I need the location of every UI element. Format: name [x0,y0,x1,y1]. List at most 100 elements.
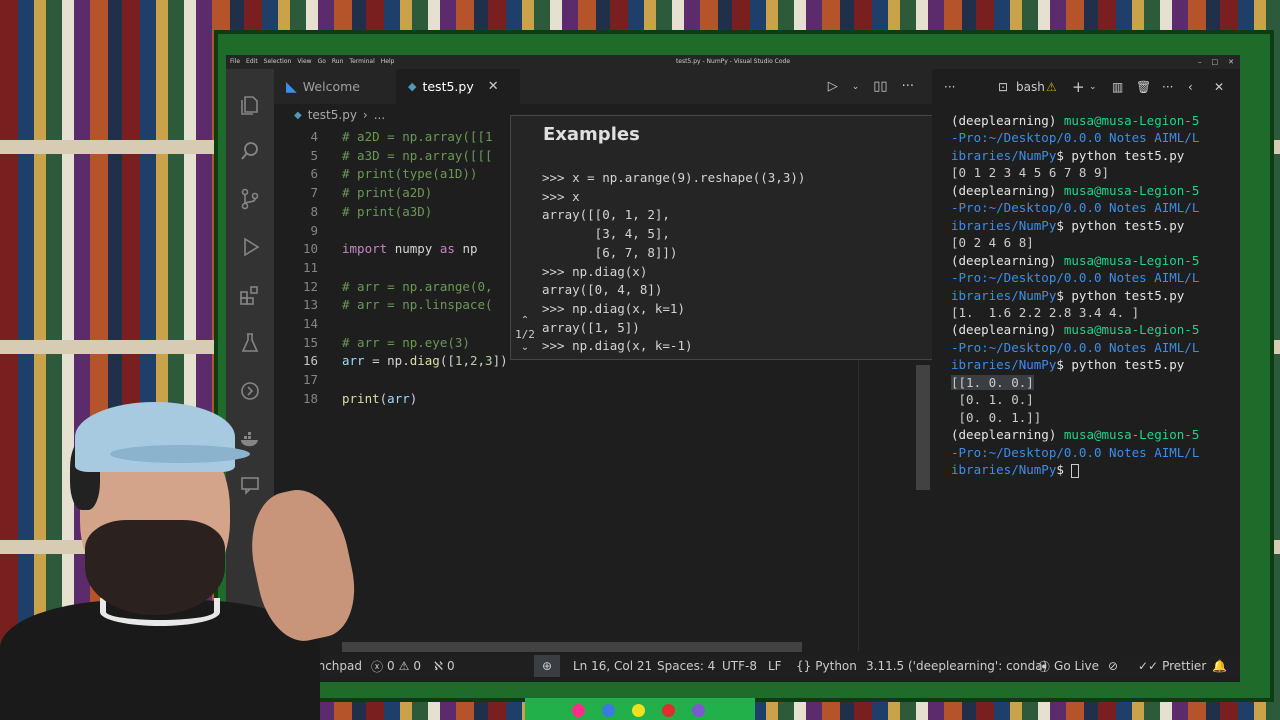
decor-dot [632,704,645,717]
error-icon: ⓧ [371,659,384,674]
decor-dot [662,704,675,717]
code-line[interactable]: # arr = np.eye(3) [342,334,470,353]
code-line[interactable]: # print(a3D) [342,203,432,222]
terminal-panel[interactable]: (deeplearning) musa@musa-Legion-5 -Pro:~/… [932,104,1240,651]
terminal-line: [0. 0. 1.]] [951,409,1042,427]
split-terminal-icon[interactable]: ▥ [1112,80,1123,94]
overload-counter: 1/2 [515,328,535,341]
code-line[interactable]: print(arr) [342,390,417,409]
maximize-icon[interactable]: □ [1212,58,1219,66]
hover-example-line: >>> np.diag(x, k=1) [542,300,685,316]
vertical-scrollbar[interactable] [916,365,930,490]
indentation[interactable]: Spaces: 4 [657,655,715,677]
line-number: 15 [302,334,318,350]
prompt-text: (deeplearning) musa@musa-Legion-5 [951,322,1200,338]
zoom-icon[interactable]: ⊕ [534,655,561,677]
hover-title: Examples [543,124,640,145]
testing-icon[interactable] [238,331,262,355]
terminal-line: ibraries/NumPy$ [951,461,1080,479]
vscode-icon: ◣ [286,78,297,95]
notifications-bell-icon[interactable]: 🔔 [1212,655,1227,677]
more-actions-icon[interactable]: ··· [944,80,955,94]
code-line[interactable]: # arr = np.linspace( [342,296,493,315]
chevron-down-icon[interactable]: ⌄ [852,82,860,92]
python-file-icon: ◆ [408,80,417,93]
breadcrumb-more[interactable]: ... [374,108,385,122]
cursor-position[interactable]: Ln 16, Col 21 [573,655,652,677]
more-actions-icon[interactable]: ··· [1162,80,1173,94]
more-actions-icon[interactable]: ··· [902,79,914,94]
braces-icon: {} [796,659,812,673]
source-control-icon[interactable] [238,187,262,211]
close-tab-icon[interactable]: ✕ [488,79,499,94]
status-bar: unchpad ⓧ 0 ⚠ 0 ℵ0 ⊕ Ln 16, Col 21 Spaces:… [226,655,1240,677]
code-line[interactable]: arr = np.diag([1,2,3]) [342,352,508,371]
new-terminal-icon[interactable]: + [1072,78,1085,96]
line-number: 13 [302,297,318,313]
language-label: Python [815,659,857,673]
hover-documentation-popup: Examples >>> x = np.arange(9).reshape((3… [510,115,942,360]
code-line[interactable]: # a2D = np.array([[1 [342,128,493,147]
tab-label: Welcome [302,79,360,94]
remote-explorer-icon[interactable] [238,379,262,403]
chevron-up-icon[interactable]: ⌃ [512,315,538,326]
prompt-path: ibraries/NumPy [951,462,1057,477]
run-debug-icon[interactable] [238,235,262,259]
prompt-text: -Pro:~/Desktop/0.0.0 Notes AIML/L [951,130,1200,146]
prompt-text: -Pro:~/Desktop/0.0.0 Notes AIML/L [951,200,1200,216]
line-number: 7 [310,185,318,201]
run-python-file-icon[interactable]: ▷ [828,79,838,94]
prettier-button[interactable]: ✓✓ Prettier [1138,655,1206,677]
prompt-path: ibraries/NumPy [951,287,1057,303]
python-interpreter[interactable]: 3.11.5 ('deeplearning': conda) [866,655,1047,677]
end-of-line[interactable]: LF [768,655,782,677]
line-number: 16 [302,353,318,369]
copilot-icon[interactable]: ⊘ [1108,655,1118,677]
chevron-left-icon[interactable]: ‹ [1188,80,1193,94]
code-line[interactable]: import numpy as np [342,240,478,259]
terminal-shell-name[interactable]: bash [1016,80,1045,94]
search-icon[interactable] [238,139,262,163]
editor-tabs: ◣ Welcome ◆ test5.py ✕ ▷ ⌄ ▯▯ ··· [274,69,932,104]
chevron-down-icon[interactable]: ⌄ [512,342,538,353]
close-window-icon[interactable]: ✕ [1228,58,1234,66]
prompt-command: $ [1056,462,1072,477]
language-mode[interactable]: {} Python [796,655,857,677]
go-live-button[interactable]: ⦿ Go Live [1038,655,1099,677]
code-line[interactable]: # a3D = np.array([[[ [342,147,493,166]
problems-status[interactable]: ⓧ 0 ⚠ 0 [371,655,421,677]
horizontal-scrollbar[interactable] [342,642,802,652]
terminal-line: -Pro:~/Desktop/0.0.0 Notes AIML/L [951,339,1199,357]
tab-welcome[interactable]: ◣ Welcome [274,69,396,104]
code-line[interactable]: # arr = np.arange(0, [342,278,493,297]
minimize-icon[interactable]: – [1198,58,1202,66]
split-editor-icon[interactable]: ▯▯ [873,79,887,94]
explorer-icon[interactable] [238,93,262,117]
docker-icon[interactable] [238,427,262,451]
broadcast-icon: ⦿ [1038,659,1051,674]
window-title: test5.py - NumPy - Visual Studio Code [675,58,791,65]
encoding[interactable]: UTF-8 [722,655,757,677]
hover-example-line: >>> np.diag(x, k=-1) [542,338,693,354]
close-panel-icon[interactable]: ✕ [1214,80,1224,94]
terminal-line: ibraries/NumPy$ python test5.py [951,356,1184,374]
breadcrumb-file[interactable]: test5.py [308,108,357,122]
terminal-output: [1. 1.6 2.2 2.8 3.4 4. ] [951,304,1140,320]
terminal-output: [[1. 0. 0.] [951,374,1034,390]
warning-icon: ⚠ [1046,79,1057,94]
code-line[interactable]: # print(a2D) [342,184,432,203]
ports-status[interactable]: ℵ0 [434,655,455,677]
trash-icon[interactable]: 🗑 [1136,80,1151,94]
prompt-command: $ python test5.py [1056,217,1185,233]
chevron-down-icon[interactable]: ⌄ [1089,82,1097,92]
hover-example-line: [6, 7, 8]]) [542,244,678,260]
prompt-text: (deeplearning) musa@musa-Legion-5 [951,427,1200,443]
terminal-line: ibraries/NumPy$ python test5.py [951,147,1184,165]
prompt-command: $ python test5.py [1056,357,1185,373]
chat-icon[interactable] [238,473,262,497]
extensions-icon[interactable] [238,283,262,307]
tab-test5-py[interactable]: ◆ test5.py ✕ [396,69,520,104]
vscode-window: File Edit Selection View Go Run Terminal Help t… [226,55,1240,682]
code-line[interactable]: # print(type(a1D)) [342,165,477,184]
terminal-line: ibraries/NumPy$ python test5.py [951,287,1184,305]
